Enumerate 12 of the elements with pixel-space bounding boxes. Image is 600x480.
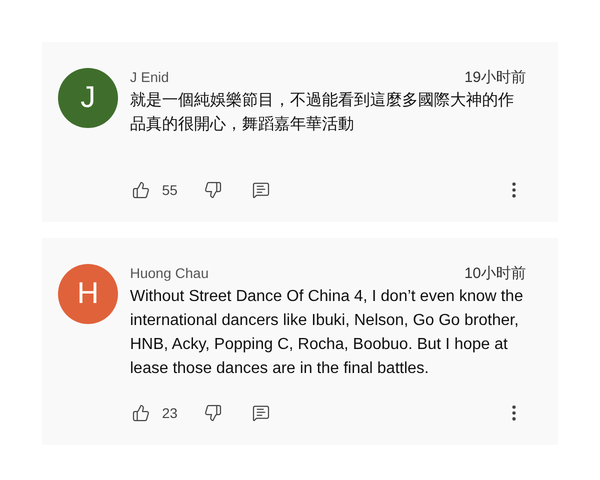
thumbs-up-icon[interactable] — [130, 179, 152, 201]
comment-text: Without Street Dance Of China 4, I don’t even know the international dancers like Ibuki, Nelson, Go Go brother, HNB, Acky, Popping C, Rocha, Boobuo. But I hope at lease those dances are in the final battles. — [130, 287, 524, 379]
timestamp: 19小时前 — [464, 68, 526, 87]
like-count: 55 — [162, 182, 178, 198]
avatar: H — [58, 264, 118, 324]
thumbs-up-icon[interactable] — [130, 402, 152, 424]
like-count: 23 — [162, 405, 178, 421]
author-name: Huong Chau — [130, 265, 209, 281]
author-name: J Enid — [130, 69, 169, 85]
timestamp: 10小时前 — [464, 264, 526, 283]
avatar: J — [58, 68, 118, 128]
comment-text: 就是一個純娛樂節目，不過能看到這麼多國際大神的作品真的很開心，舞蹈嘉年華活動 — [130, 90, 515, 135]
